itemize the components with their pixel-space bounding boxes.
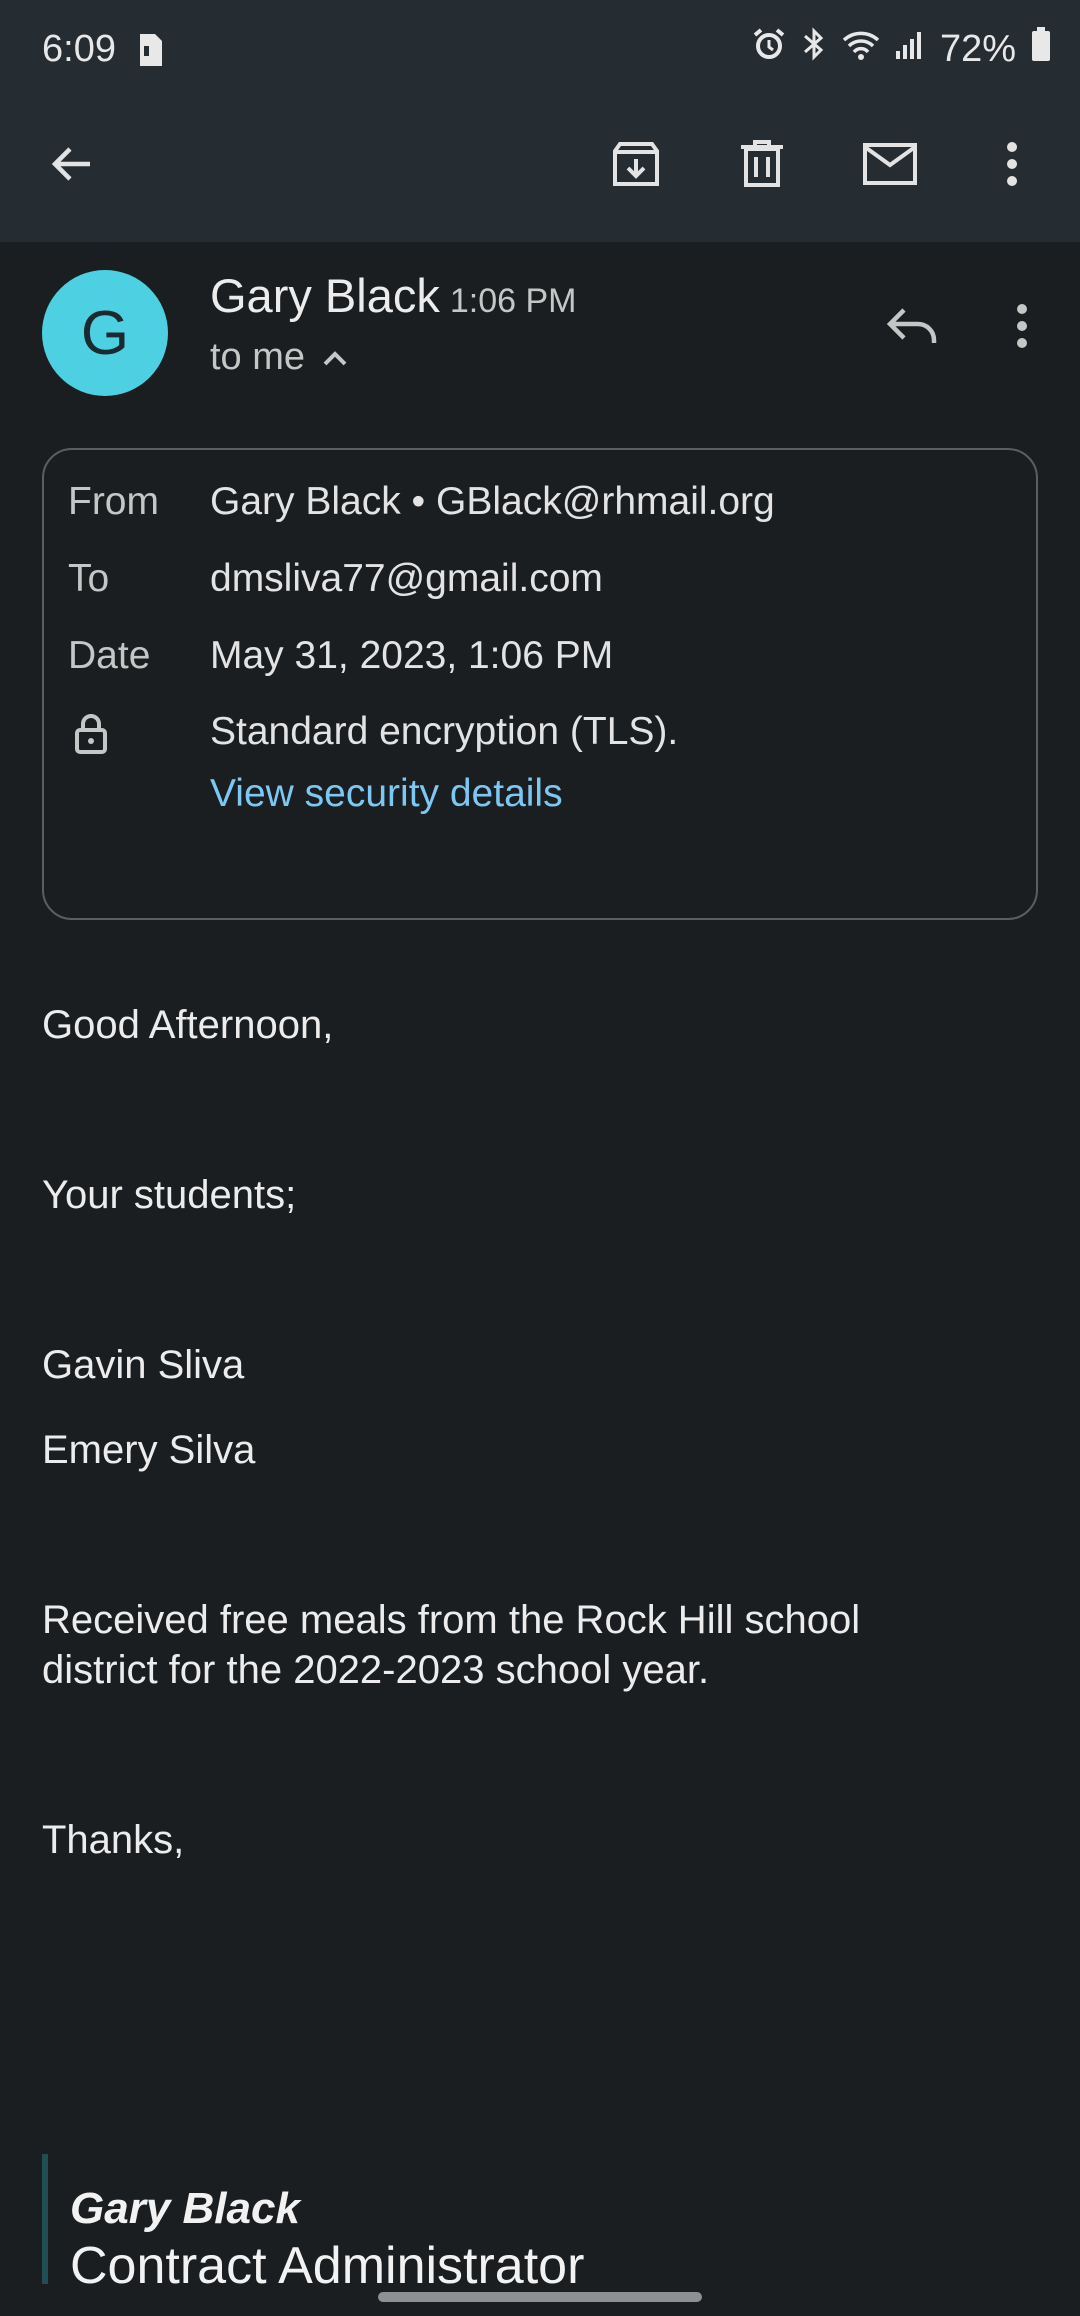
delete-icon[interactable] — [720, 122, 804, 206]
archive-icon[interactable] — [594, 122, 678, 206]
signature-block: Gary Black Contract Administrator — [42, 2154, 742, 2295]
date-label: Date — [68, 634, 151, 677]
from-label: From — [68, 480, 159, 523]
signature-name: Gary Black — [70, 2184, 300, 2233]
greeting: Good Afternoon, — [42, 1003, 334, 1047]
email-toolbar — [0, 110, 1080, 220]
recipient-details-card: From Gary Black • GBlack@rhmail.org To d… — [42, 448, 1038, 920]
battery-icon — [1030, 26, 1052, 72]
more-vert-icon[interactable] — [970, 122, 1054, 206]
message-header: G Gary Black 1:06 PM to me — [0, 242, 1080, 422]
gesture-home-bar[interactable] — [378, 2292, 702, 2302]
to-label: To — [68, 557, 110, 600]
mark-unread-icon[interactable] — [848, 122, 932, 206]
body-line: Your students; — [42, 1173, 297, 1217]
body-line: Received free meals from the Rock Hill s… — [42, 1598, 861, 1642]
encryption-text: Standard encryption (TLS). — [210, 710, 679, 753]
body-line: district for the 2022-2023 school year. — [42, 1648, 710, 1692]
bluetooth-icon — [800, 26, 828, 72]
from-value[interactable]: Gary Black • GBlack@rhmail.org — [210, 480, 775, 524]
reply-icon[interactable] — [870, 284, 954, 368]
sender-line: Gary Black 1:06 PM — [210, 268, 576, 323]
avatar[interactable]: G — [42, 270, 168, 396]
battery-percent: 72% — [939, 27, 1016, 70]
back-arrow-icon[interactable] — [30, 122, 114, 206]
lock-icon — [74, 712, 108, 764]
status-icons: 72% — [752, 26, 1052, 72]
sender-name: Gary Black — [210, 269, 440, 322]
alarm-icon — [752, 27, 786, 71]
student-name: Emery Silva — [42, 1428, 256, 1472]
status-bar: 6:09 72% — [0, 0, 1080, 100]
student-name: Gavin Sliva — [42, 1343, 245, 1387]
sim-card-icon — [138, 32, 164, 78]
recipient-summary: to me — [210, 336, 306, 378]
status-time: 6:09 — [42, 28, 116, 70]
message-time: 1:06 PM — [449, 282, 577, 320]
date-value: May 31, 2023, 1:06 PM — [210, 634, 614, 677]
message-more-icon[interactable] — [980, 284, 1064, 368]
top-app-bar: 6:09 72% — [0, 0, 1080, 242]
wifi-icon — [842, 28, 880, 71]
signature-title: Contract Administrator — [70, 2237, 585, 2295]
chevron-up-icon — [321, 336, 349, 379]
closing: Thanks, — [42, 1818, 185, 1862]
recipient-toggle[interactable]: to me — [210, 336, 349, 379]
to-value[interactable]: dmsliva77@gmail.com — [210, 557, 603, 601]
signal-icon — [894, 28, 926, 71]
view-security-details-link[interactable]: View security details — [210, 772, 563, 816]
